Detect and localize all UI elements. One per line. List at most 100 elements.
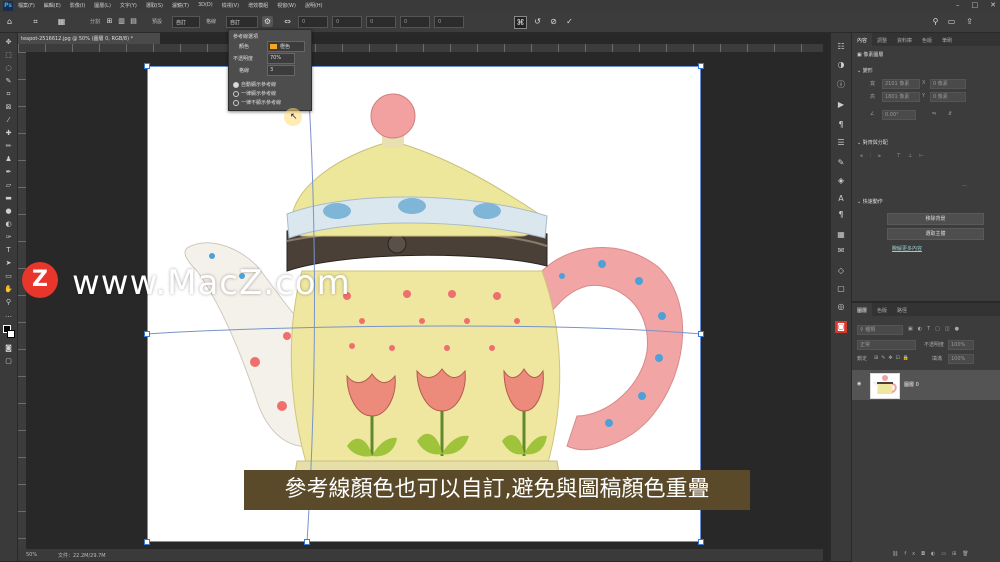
blur-tool-icon[interactable]: ● (3, 206, 14, 217)
quick-select-tool-icon[interactable]: ✎ (3, 76, 14, 87)
split-horizontal-icon[interactable]: ▤ (128, 16, 139, 27)
guide-count-input[interactable]: 3 (267, 65, 295, 76)
field-y[interactable]: 0 (400, 16, 430, 28)
flip-h-icon[interactable]: ⇋ (932, 111, 936, 117)
fill-field[interactable]: 100% (948, 354, 974, 364)
glyph-icon[interactable]: ◈ (835, 175, 847, 187)
menu-view[interactable]: 檢視(V) (222, 2, 239, 9)
eraser-tool-icon[interactable]: ▱ (3, 180, 14, 191)
menu-help[interactable]: 說明(H) (305, 2, 323, 9)
eye-icon[interactable]: ◉ (857, 381, 861, 387)
eyedropper-tool-icon[interactable]: ⁄ (3, 115, 14, 126)
x-field[interactable]: 0 像素 (930, 79, 966, 89)
status-zoom[interactable]: 50% (26, 552, 37, 558)
tab-adjustments[interactable]: 調整 (872, 33, 892, 46)
angle-field[interactable]: 0.00° (882, 110, 916, 120)
transform-handle-ml[interactable] (144, 331, 150, 337)
properties-icon[interactable]: ☷ (835, 41, 847, 53)
frame-tool-icon[interactable]: ⊠ (3, 102, 14, 113)
opacity-field[interactable]: 100% (948, 340, 974, 350)
close-button[interactable]: ✕ (990, 1, 996, 9)
healing-tool-icon[interactable]: ✚ (3, 128, 14, 139)
transform-handle-tr[interactable] (698, 63, 704, 69)
shape-tool-icon[interactable]: ▭ (3, 271, 14, 282)
3d-icon[interactable]: ◇ (835, 265, 847, 277)
libraries-icon[interactable]: ▦ (835, 229, 847, 241)
layer-filter-select[interactable]: ⚲ 種類 (857, 325, 903, 335)
guide-option-always[interactable]: 一律顯示參考線 (233, 90, 276, 97)
commit-check-icon[interactable]: ✓ (564, 16, 575, 27)
field-h[interactable]: 0 (298, 16, 328, 28)
notes-icon[interactable]: ✉ (835, 245, 847, 257)
move-tool-icon[interactable]: ✥ (3, 37, 14, 48)
menu-3d[interactable]: 3D(D) (198, 2, 213, 9)
menu-select[interactable]: 選取(S) (146, 2, 163, 9)
warp-mode-icon[interactable]: ⌘ (514, 16, 527, 29)
layer-footer-icons[interactable]: ⛓fx◘◐▭⊞🗑 (892, 551, 975, 557)
crop-tool-icon-left[interactable]: ⌗ (3, 89, 14, 100)
brush-tool-icon[interactable]: ✏ (3, 141, 14, 152)
adjustments-icon[interactable]: ◑ (835, 59, 847, 71)
layer-row[interactable]: ◉ 圖層 0 (852, 370, 1000, 400)
search-icon[interactable]: ⚲ (930, 16, 941, 27)
height-field[interactable]: 1801 像素 (882, 92, 920, 102)
zoom-tool-icon[interactable]: ⚲ (3, 297, 14, 308)
brush-settings-icon[interactable]: ✎ (835, 157, 847, 169)
learn-more-link[interactable]: 瞭解更多內容 (892, 245, 922, 252)
play-icon[interactable]: ▶ (835, 99, 847, 111)
gradient-tool-icon[interactable]: ▬ (3, 193, 14, 204)
transform-handle-mr[interactable] (698, 331, 704, 337)
share-icon[interactable]: ⇪ (964, 16, 975, 27)
marquee-tool-icon[interactable]: ⬚ (3, 50, 14, 61)
radio-auto[interactable] (233, 81, 239, 88)
radio-never[interactable] (233, 99, 239, 106)
layer-name[interactable]: 圖層 0 (904, 381, 919, 388)
preset-select[interactable]: 自訂 (172, 16, 200, 28)
transform-handle-tl[interactable] (144, 63, 150, 69)
tab-paths[interactable]: 路徑 (892, 303, 912, 316)
pen-tool-icon[interactable]: ✑ (3, 232, 14, 243)
filter-icons[interactable]: ▣◐T▢◫● (908, 326, 964, 332)
undo-icon[interactable]: ↺ (532, 16, 543, 27)
guide-option-never[interactable]: 一律不顯示參考線 (233, 99, 281, 106)
menu-image[interactable]: 影像(I) (70, 2, 85, 9)
sliders-icon[interactable]: ☰ (835, 137, 847, 149)
plugin-icon[interactable]: ◙ (835, 321, 847, 333)
more-options-icon[interactable]: ··· (962, 183, 967, 189)
flip-v-icon[interactable]: ⇵ (948, 111, 952, 117)
link-icon[interactable]: ⇔ (282, 16, 293, 27)
grid-select[interactable]: 自訂 (226, 16, 258, 28)
y-field[interactable]: 0 像素 (930, 92, 966, 102)
stamp-tool-icon[interactable]: ♟ (3, 154, 14, 165)
background-color-swatch[interactable] (7, 330, 15, 338)
path-select-tool-icon[interactable]: ➤ (3, 258, 14, 269)
info-icon[interactable]: ⓘ (835, 79, 847, 91)
type-tool-icon[interactable]: T (3, 245, 14, 256)
field-z[interactable]: 0 (434, 16, 464, 28)
history-brush-icon[interactable]: ✒ (3, 167, 14, 178)
guide-option-auto[interactable]: 自動顯示參考線 (233, 81, 276, 88)
tab-libraries[interactable]: 資料庫 (892, 33, 917, 46)
split-crosswise-icon[interactable]: ⊞ (104, 16, 115, 27)
crop-tool-icon[interactable]: ⌗ (30, 16, 41, 27)
menu-filter[interactable]: 濾鏡(T) (172, 2, 189, 9)
character-icon[interactable]: A (835, 193, 847, 205)
more-tools-icon[interactable]: … (3, 310, 14, 321)
lasso-tool-icon[interactable]: ◌ (3, 63, 14, 74)
width-field[interactable]: 2101 像素 (882, 79, 920, 89)
paragraph-style-icon[interactable]: ¶ (835, 209, 847, 221)
home-icon[interactable]: ⌂ (4, 16, 15, 27)
menu-layer[interactable]: 圖層(L) (94, 2, 111, 9)
tab-brushes[interactable]: 筆刷 (937, 33, 957, 46)
menu-edit[interactable]: 編輯(E) (44, 2, 61, 9)
hand-tool-icon[interactable]: ✋ (3, 284, 14, 295)
tab-layers[interactable]: 圖層 (852, 303, 873, 316)
radio-always[interactable] (233, 90, 239, 97)
guide-color-select[interactable]: 橙色 (267, 41, 305, 52)
paragraph-icon[interactable]: ¶ (835, 119, 847, 131)
globe-icon[interactable]: ◎ (835, 301, 847, 313)
transform-handle-bm[interactable] (304, 539, 310, 545)
screen-mode-icon[interactable]: ▢ (3, 356, 14, 367)
transform-handle-br[interactable] (698, 539, 704, 545)
cancel-icon[interactable]: ⊘ (548, 16, 559, 27)
